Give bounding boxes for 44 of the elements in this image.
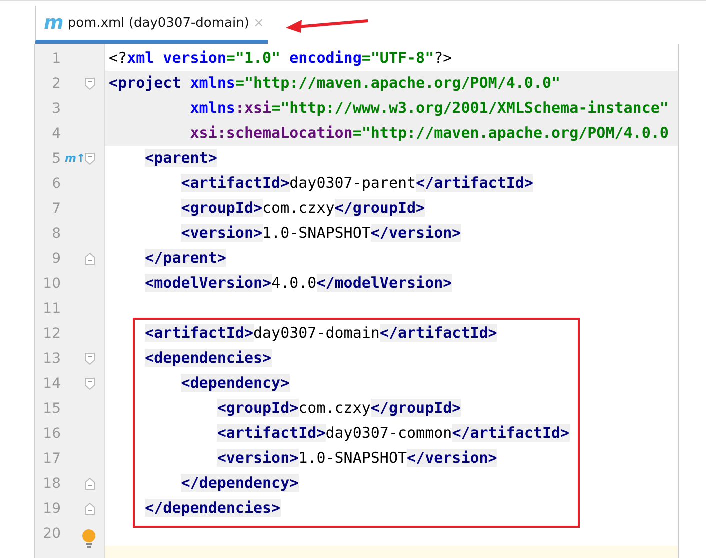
code-line: <artifactId>day0307-common</artifactId> [216, 423, 570, 444]
code-line: <modelVersion>4.0.0</modelVersion> [144, 273, 452, 294]
code-line: <artifactId>day0307-parent</artifactId> [180, 173, 534, 194]
line-number: 12 [42, 326, 61, 342]
line-number: 6 [51, 176, 61, 192]
code-line: <groupId>com.czxy</groupId> [216, 398, 462, 419]
line-number: 13 [42, 350, 61, 366]
code-line: <groupId>com.czxy</groupId> [180, 198, 426, 219]
fold-icon[interactable] [85, 502, 95, 514]
line-number: 14 [42, 376, 61, 392]
line-number: 7 [51, 200, 61, 216]
code-line: <project xmlns="http://maven.apache.org/POM/4.0.0" [108, 73, 561, 94]
fold-icon[interactable] [85, 152, 95, 164]
line-number: 3 [51, 100, 61, 116]
line-number: 17 [42, 450, 61, 466]
line-number: 1 [51, 50, 61, 66]
lightbulb-icon[interactable] [82, 528, 96, 548]
fold-icon[interactable] [85, 378, 95, 390]
code-line: <version>1.0-SNAPSHOT</version> [180, 223, 462, 244]
line-number: 11 [42, 300, 61, 316]
line-number: 4 [51, 126, 61, 142]
close-icon[interactable]: × [253, 16, 264, 30]
code-line: xmlns:xsi="http://www.w3.org/2001/XMLSchema-instance" [189, 98, 669, 119]
code-line: <artifactId>day0307-domain</artifactId> [144, 323, 498, 344]
line-number: 5 [51, 150, 61, 166]
line-number: 9 [51, 250, 61, 266]
fold-icon[interactable] [85, 478, 95, 490]
line-number: 18 [42, 476, 61, 492]
line-number: 16 [42, 426, 61, 442]
line-number: 15 [42, 400, 61, 416]
maven-icon: m [44, 12, 64, 34]
line-number: 20 [42, 526, 61, 542]
fold-icon[interactable] [85, 252, 95, 264]
line-number: 19 [42, 500, 61, 516]
code-line: <version>1.0-SNAPSHOT</version> [216, 448, 498, 469]
code-line: xsi:schemaLocation="http://maven.apache.org/POM/4.0.0 [189, 123, 669, 144]
fold-icon[interactable] [85, 78, 95, 90]
code-editor[interactable] [105, 44, 679, 558]
fold-icon[interactable] [85, 352, 95, 364]
line-number: 8 [51, 226, 61, 242]
line-number: 10 [42, 276, 61, 292]
override-marker-icon[interactable]: m↑ [65, 152, 86, 165]
code-line: <?xml version="1.0" encoding="UTF-8"?> [108, 48, 452, 69]
line-number: 2 [51, 76, 61, 92]
